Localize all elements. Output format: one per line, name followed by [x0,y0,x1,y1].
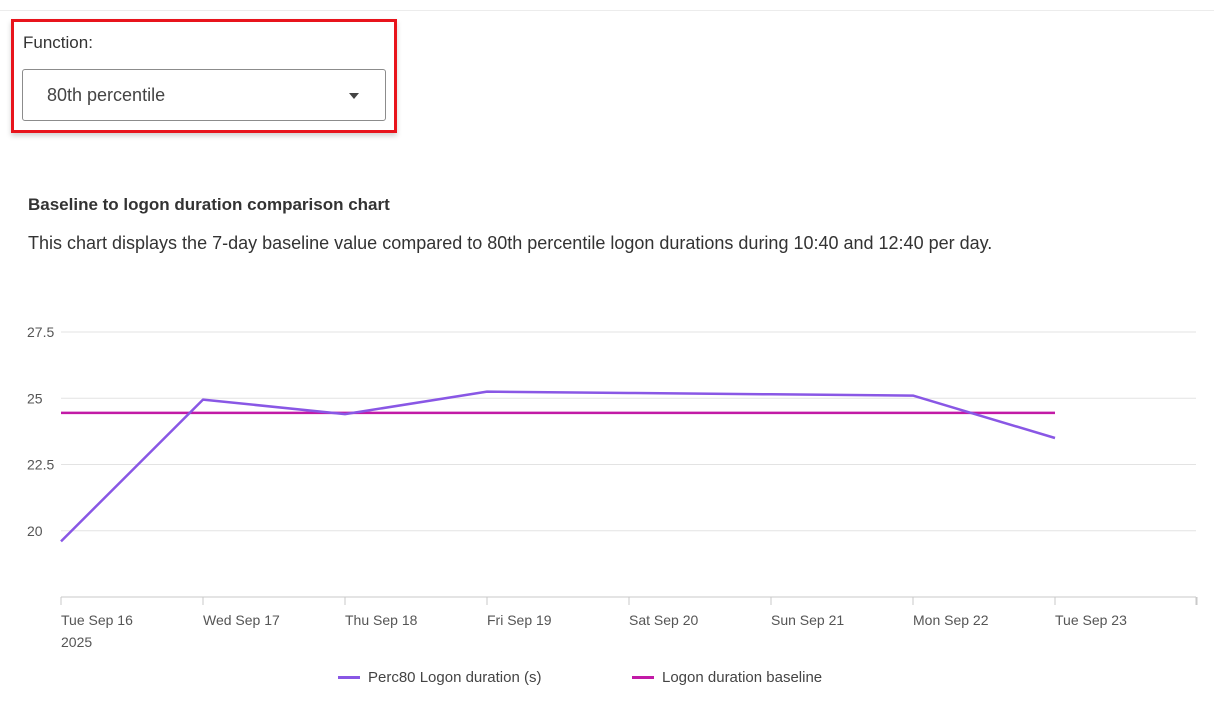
x-tick-label: Tue Sep 16 [61,612,133,628]
function-label: Function: [23,33,93,52]
x-tick-label: Sat Sep 20 [629,612,698,628]
chevron-down-icon [349,93,359,99]
y-tick-label: 25 [27,390,43,406]
x-tick-sublabel: 2025 [61,634,92,650]
y-tick-label: 20 [27,523,43,539]
series-line-perc80 [60,390,1056,543]
line-chart: 27.5 25 22.5 20 Tue Sep 16 Wed Sep 17 Thu Sep … [27,324,1198,650]
function-select[interactable]: 80th percentile [22,69,386,121]
x-tick-label: Mon Sep 22 [913,612,989,628]
x-tick-label: Sun Sep 21 [771,612,844,628]
legend-label-perc80: Perc80 Logon duration (s) [368,668,542,686]
y-tick-label: 22.5 [27,457,54,473]
chart-description: This chart displays the 7-day baseline v… [28,233,993,253]
x-tick-label: Thu Sep 18 [345,612,418,628]
chart-title: Baseline to logon duration comparison ch… [28,195,390,214]
function-select-value: 80th percentile [47,85,166,105]
x-tick-label: Wed Sep 17 [203,612,280,628]
legend-swatch-perc80 [338,675,360,679]
y-tick-label: 27.5 [27,324,54,340]
chart-legend: Perc80 Logon duration (s) Logon duration… [0,667,1214,687]
legend-swatch-baseline [632,675,654,679]
legend-label-baseline: Logon duration baseline [662,668,823,686]
top-divider [0,10,1214,11]
x-tick-label: Fri Sep 19 [487,612,552,628]
legend-item-baseline[interactable]: Logon duration baseline [632,667,822,687]
legend-item-perc80[interactable]: Perc80 Logon duration (s) [338,667,541,687]
x-tick-label: Tue Sep 23 [1055,612,1127,628]
